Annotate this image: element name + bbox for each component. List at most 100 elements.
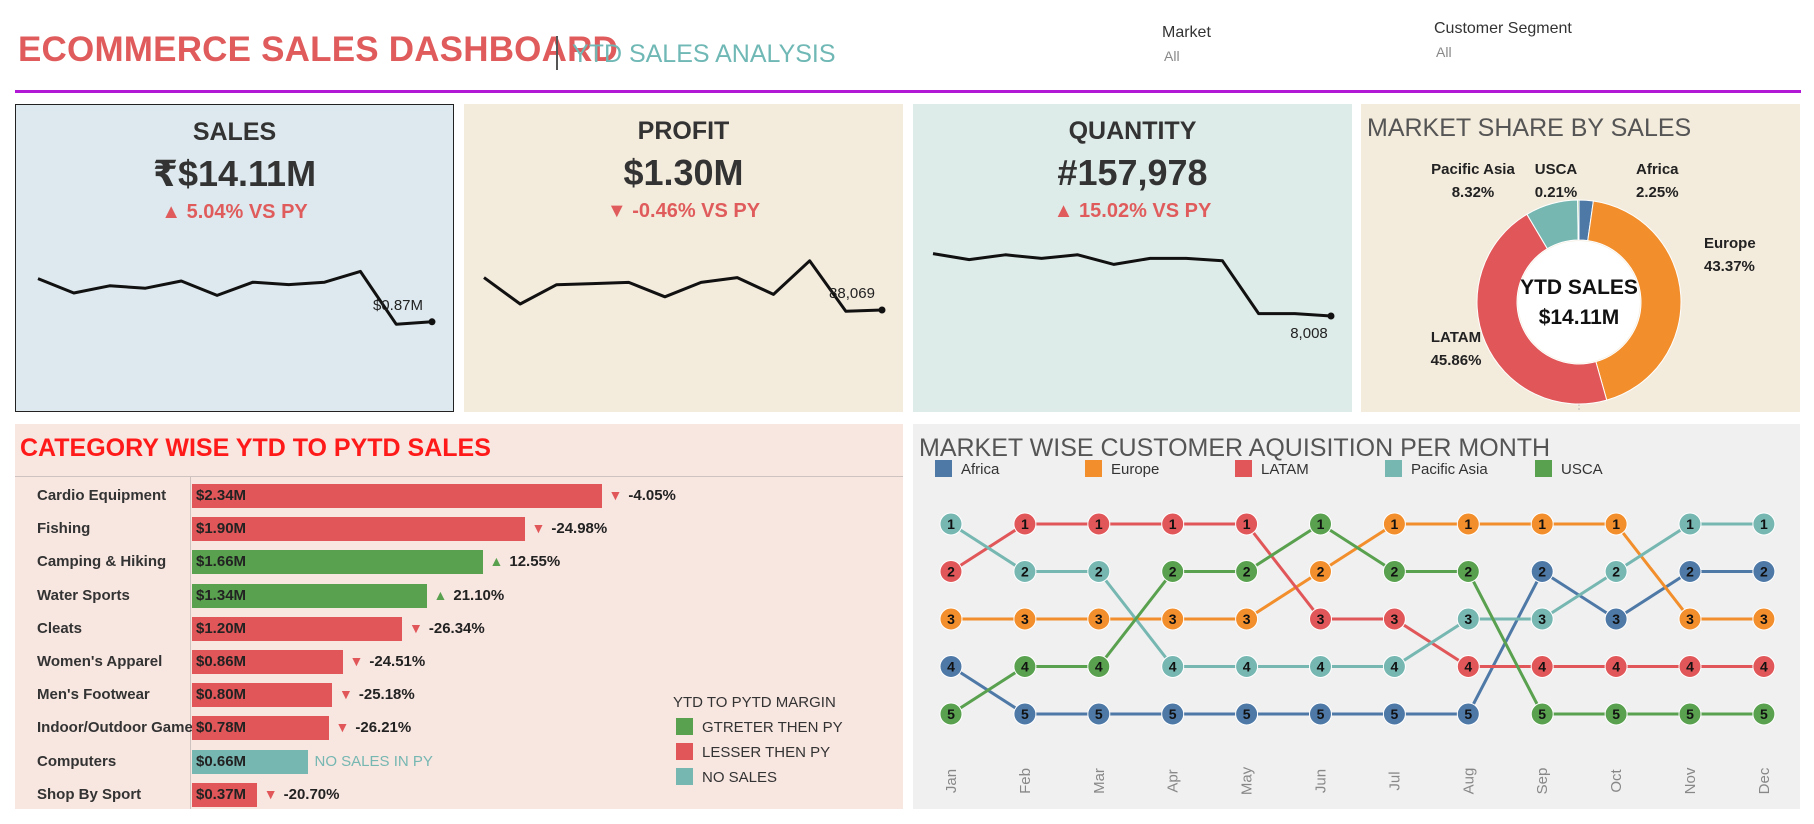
- title-divider: [556, 36, 558, 70]
- bump-rank-label: 4: [1538, 659, 1546, 675]
- category-bar[interactable]: $0.78M: [192, 716, 329, 741]
- category-bar[interactable]: $0.86M: [192, 650, 343, 674]
- dashboard-header: ECOMMERCE SALES DASHBOARD YTD SALES ANAL…: [0, 0, 1814, 93]
- category-bar[interactable]: $1.66M: [192, 550, 483, 575]
- bump-rank-label: 4: [1095, 659, 1103, 675]
- category-top-rule: [15, 476, 903, 477]
- bump-rank-label: 4: [1760, 659, 1768, 675]
- market-share-panel: MARKET SHARE BY SALES Africa 2.25% Europe 4…: [1361, 104, 1800, 412]
- bump-rank-label: 3: [1686, 611, 1694, 627]
- bar-value-label: $0.37M: [196, 785, 247, 803]
- customer-segment-filter-value[interactable]: All: [1436, 44, 1572, 60]
- up-arrow-icon: ▲: [161, 201, 182, 223]
- kpi-card-quantity[interactable]: 8,008 QUANTITY #157,978 ▲ 15.02% VS PY: [913, 104, 1352, 412]
- bar-delta-label: ▼ -26.34%: [409, 619, 485, 637]
- bump-rank-label: 1: [1538, 516, 1546, 532]
- month-tick-label: Mar: [1091, 768, 1108, 794]
- category-label: Computers: [37, 752, 117, 770]
- down-triangle-icon: ▼: [349, 653, 364, 669]
- customer-segment-filter[interactable]: Customer Segment All: [1434, 20, 1572, 60]
- category-bar[interactable]: $0.37M: [192, 782, 257, 807]
- customer-acquisition-bump-chart[interactable]: 4 5 5 5 5 5 5 5 2 3 2 2 3 3 3 3 3 2 1 1 1 1 3 3 2 1 1 1 1 3 3 4 4 4 4 4 1 2 2 4…: [913, 424, 1800, 809]
- market-filter[interactable]: Market All: [1162, 24, 1211, 64]
- donut-slice-value-label: 43.37%: [1704, 258, 1755, 275]
- bump-rank-label: 4: [1021, 659, 1029, 675]
- bar-delta-label: ▼ -24.51%: [349, 653, 426, 670]
- bump-line-pacific-asia: [950, 522, 1764, 668]
- donut-slice-name-label: Africa: [1636, 161, 1679, 178]
- header-divider-line: [15, 90, 1801, 93]
- kpi-end-point: [428, 318, 436, 326]
- bump-rank-label: 2: [1464, 564, 1472, 580]
- bar-delta-label: ▼ -4.05%: [608, 487, 676, 504]
- down-triangle-icon: ▼: [339, 686, 353, 703]
- donut-slice-value-label: 0.21%: [1535, 184, 1578, 201]
- dashboard-title: ECOMMERCE SALES DASHBOARD: [18, 30, 619, 69]
- kpi-card-profit[interactable]: 88,069 PROFIT $1.30M ▼ -0.46% VS PY: [464, 104, 903, 412]
- category-bar[interactable]: $2.34M: [192, 484, 602, 508]
- legend-item-greater[interactable]: GTRETER THEN PY: [676, 718, 843, 736]
- donut-slice-value-label: 2.25%: [1636, 184, 1679, 201]
- legend-swatch-teal: [676, 768, 693, 785]
- bar-delta-label: ▼ -25.18%: [339, 686, 415, 704]
- kpi-sparkline: 88,069: [483, 259, 886, 314]
- bump-rank-label: 3: [1169, 611, 1177, 627]
- bump-line-latam: [950, 522, 1764, 668]
- legend-item-no-sales[interactable]: NO SALES: [676, 768, 777, 786]
- down-triangle-icon: ▼: [335, 719, 350, 736]
- bar-value-label: $1.90M: [196, 520, 247, 538]
- bar-value-label: $1.66M: [196, 553, 247, 571]
- kpi-delta: ▼ -0.46% VS PY: [606, 200, 761, 222]
- legend-item-lesser[interactable]: LESSER THEN PY: [676, 743, 830, 761]
- bump-rank-label: 4: [1612, 659, 1620, 675]
- bar-delta-label: ▲ 12.55%: [489, 553, 561, 571]
- bar-value-label: $0.86M: [196, 653, 247, 670]
- bump-rank-label: 4: [947, 659, 955, 675]
- bump-rank-label: 2: [1317, 564, 1325, 580]
- bump-line-africa: [950, 569, 1764, 716]
- bump-rank-label: 4: [1243, 659, 1251, 675]
- bump-rank-label: 5: [1317, 706, 1325, 722]
- kpi-title: PROFIT: [637, 117, 730, 145]
- donut-slice-name-label: Pacific Asia: [1431, 161, 1515, 178]
- category-label: Indoor/Outdoor Games: [37, 719, 202, 737]
- bump-rank-label: 3: [1464, 611, 1472, 627]
- bar-delta-label: ▼ -20.70%: [263, 785, 340, 803]
- kpi-end-label: 8,008: [1290, 325, 1328, 342]
- market-filter-label: Market: [1162, 24, 1211, 41]
- kpi-sparkline: 8,008: [932, 252, 1335, 342]
- category-bar[interactable]: $1.34M: [192, 583, 427, 608]
- down-triangle-icon: ▼: [409, 619, 423, 636]
- category-bar[interactable]: $0.80M: [192, 683, 332, 708]
- month-tick-label: Apr: [1165, 769, 1182, 792]
- bump-rank-label: 1: [1612, 516, 1620, 532]
- bar-delta-label: ▼ -24.98%: [531, 520, 608, 538]
- kpi-end-point: [878, 306, 886, 314]
- bump-rank-label: 5: [1243, 706, 1251, 722]
- legend-swatch-red: [676, 743, 693, 760]
- bump-rank-label: 5: [1464, 706, 1472, 722]
- bump-rank-label: 4: [1464, 659, 1472, 675]
- category-label: Cardio Equipment: [37, 487, 167, 504]
- bar-value-label: $0.80M: [196, 686, 247, 704]
- bump-rank-label: 4: [1686, 659, 1694, 675]
- month-tick-label: Jul: [1386, 771, 1403, 790]
- down-triangle-icon: ▼: [263, 785, 278, 802]
- bar-value-label: $0.66M: [196, 752, 247, 770]
- category-bar[interactable]: $1.90M: [192, 517, 525, 542]
- customer-segment-filter-label: Customer Segment: [1434, 20, 1572, 37]
- month-tick-label: Jun: [1313, 769, 1330, 793]
- bump-rank-label: 2: [1391, 564, 1399, 580]
- kpi-card-sales[interactable]: $0.87M SALES ₹$14.11M ▲ 5.04% VS PY: [15, 104, 454, 412]
- bump-rank-label: 2: [947, 564, 955, 580]
- donut-center-value: $14.11M: [1539, 306, 1620, 329]
- bump-rank-label: 2: [1095, 564, 1103, 580]
- category-bar[interactable]: $1.20M: [192, 616, 402, 641]
- kpi-trend-line: [932, 252, 1332, 318]
- market-share-donut-chart[interactable]: Africa 2.25% Europe 43.37% LATAM 45.86% Pacifi…: [1361, 104, 1800, 412]
- down-triangle-icon: ▼: [531, 520, 546, 537]
- market-filter-value[interactable]: All: [1164, 48, 1211, 64]
- category-bar[interactable]: $0.66M: [192, 749, 308, 774]
- kpi-value: $1.30M: [623, 152, 744, 193]
- bump-rank-label: 1: [1317, 516, 1325, 532]
